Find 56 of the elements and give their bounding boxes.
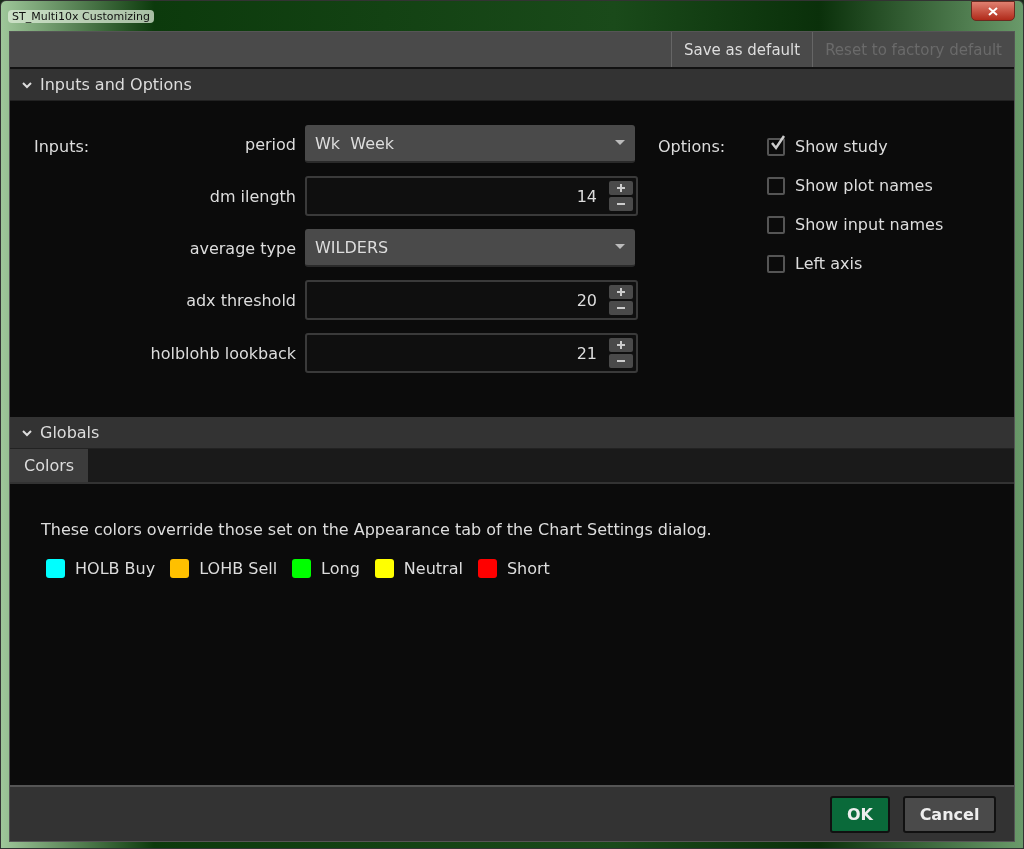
number-field[interactable]: 21	[305, 333, 638, 373]
color-swatch[interactable]	[374, 559, 394, 578]
color-swatch[interactable]	[46, 559, 65, 578]
increment-button[interactable]	[609, 285, 633, 299]
decrement-button[interactable]	[609, 301, 633, 315]
input-label: average type	[188, 238, 296, 258]
checkbox-label: Left axis	[795, 254, 863, 273]
number-field[interactable]: 20	[305, 280, 638, 320]
color-label: LOHB Sell	[199, 559, 278, 578]
plus-icon	[617, 288, 625, 296]
minus-icon	[617, 200, 625, 208]
decrement-button[interactable]	[609, 197, 633, 211]
color-swatch[interactable]	[477, 559, 497, 578]
close-icon	[988, 6, 998, 16]
checkbox-label: Show plot names	[795, 176, 933, 195]
checkbox[interactable]	[767, 137, 785, 156]
checkbox[interactable]	[767, 254, 785, 273]
dropdown[interactable]: WILDERS	[305, 229, 635, 267]
dropdown[interactable]: Wk Week	[305, 125, 635, 163]
color-swatch[interactable]	[170, 559, 190, 578]
ok-button[interactable]: OK	[830, 795, 890, 833]
color-label: Neutral	[403, 559, 463, 578]
input-label: adx threshold	[185, 290, 296, 310]
checkbox[interactable]	[767, 176, 785, 195]
checkbox-label: Show input names	[795, 215, 944, 234]
decrement-button[interactable]	[609, 354, 633, 368]
color-label: Short	[506, 559, 550, 578]
section-title: Globals	[40, 423, 100, 442]
section-header[interactable]: Inputs and Options	[10, 69, 1014, 101]
inputs-label: Inputs:	[34, 137, 91, 158]
cancel-button[interactable]: Cancel	[903, 795, 996, 833]
plus-icon	[617, 341, 625, 349]
toolbar-button[interactable]: Save as default	[671, 32, 813, 67]
plus-icon	[617, 184, 625, 192]
note-text: These colors override those set on the Appearance tab of the Chart Settings dialog.	[41, 520, 713, 539]
window-title: ST_Multi10x Customizing	[8, 10, 155, 23]
minus-icon	[617, 304, 625, 312]
close-button[interactable]	[971, 1, 1015, 21]
input-label: dm ilength	[208, 186, 296, 206]
color-label: HOLB Buy	[75, 559, 156, 578]
input-label: holblohb lookback	[149, 343, 296, 363]
checkbox-label: Show study	[795, 137, 888, 156]
color-swatch[interactable]	[292, 559, 312, 578]
dropdown-arrow-icon	[615, 244, 625, 250]
input-label: period	[244, 134, 296, 154]
color-label: Long	[321, 559, 360, 578]
checkbox[interactable]	[767, 215, 785, 234]
section-header[interactable]: Globals	[10, 417, 1014, 449]
options-label: Options:	[658, 137, 727, 158]
dropdown-arrow-icon	[615, 140, 625, 146]
tab[interactable]: Colors	[10, 449, 89, 482]
increment-button[interactable]	[609, 338, 633, 352]
minus-icon	[617, 357, 625, 365]
increment-button[interactable]	[609, 181, 633, 195]
section-title: Inputs and Options	[40, 75, 192, 94]
number-field[interactable]: 14	[305, 176, 638, 216]
